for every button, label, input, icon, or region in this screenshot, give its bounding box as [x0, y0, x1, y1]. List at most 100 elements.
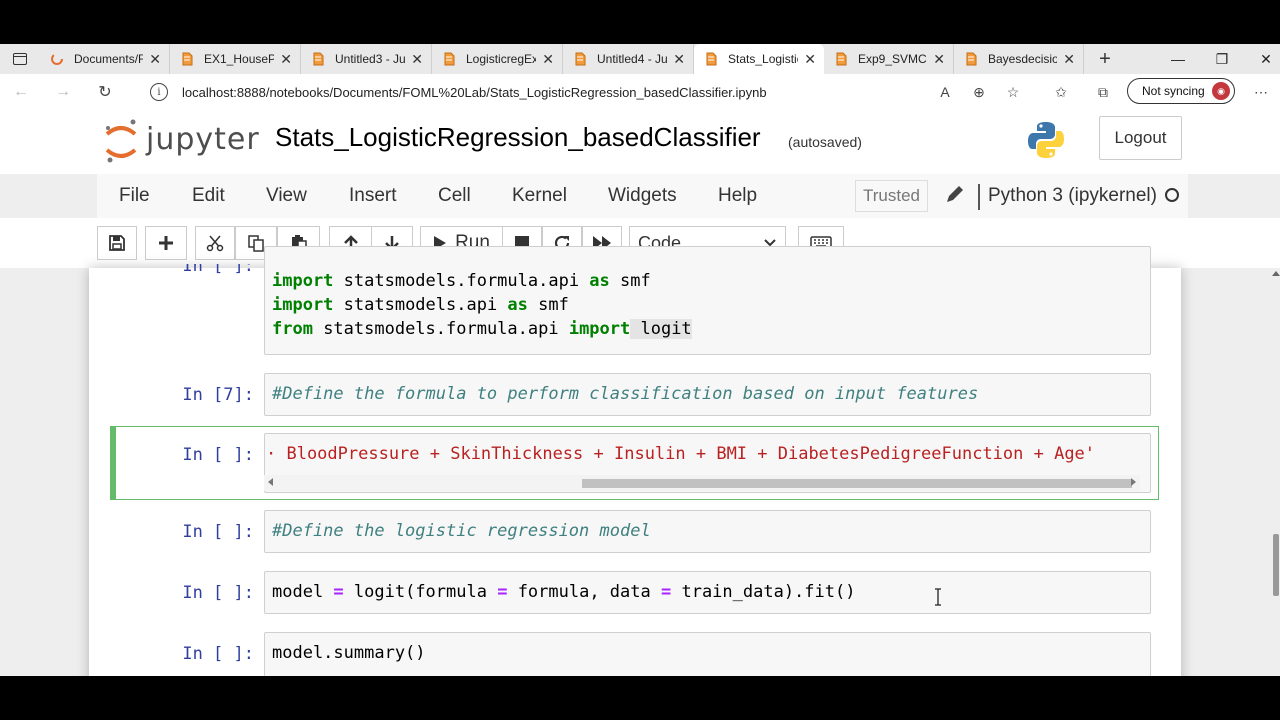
- menu-help[interactable]: Help: [718, 174, 757, 218]
- minimize-icon[interactable]: —: [1156, 44, 1200, 74]
- close-icon[interactable]: ✕: [673, 51, 685, 68]
- tab-label: Documents/F: [74, 52, 144, 66]
- code-cell[interactable]: In [7]: #Define the formula to perform c…: [89, 373, 1181, 417]
- address-bar: ← → ↻ i localhost:8888/notebooks/Documen…: [0, 74, 1280, 111]
- python-logo-icon: [1028, 122, 1064, 158]
- close-icon[interactable]: ✕: [411, 51, 423, 68]
- close-icon[interactable]: ✕: [280, 51, 292, 68]
- forward-arrow-icon[interactable]: →: [42, 74, 84, 110]
- close-icon[interactable]: ✕: [149, 51, 161, 68]
- cell-prompt: In [ ]:: [182, 522, 254, 542]
- code-comment: #Define the logistic regression model: [272, 521, 651, 541]
- browser-tab[interactable]: Exp9_SVMCla ✕: [824, 44, 954, 74]
- scissors-icon: [206, 235, 224, 252]
- avatar: ◉: [1212, 82, 1230, 100]
- cell-prompt: In [ ]:: [182, 583, 254, 603]
- sync-status-label: Not syncing: [1142, 84, 1205, 98]
- cell-input[interactable]: model = logit(formula = formula, data = …: [264, 571, 1151, 614]
- url-field[interactable]: i localhost:8888/notebooks/Documents/FOM…: [136, 79, 1036, 105]
- cell-input[interactable]: #Define the logistic regression model: [264, 510, 1151, 553]
- logout-button[interactable]: Logout: [1099, 116, 1182, 160]
- page-scrollbar[interactable]: [1272, 268, 1280, 676]
- read-aloud-icon[interactable]: A: [928, 74, 962, 110]
- browser-tab-active[interactable]: Stats_Logistic ✕: [694, 44, 824, 74]
- save-icon: [109, 235, 125, 251]
- save-button[interactable]: [97, 226, 137, 260]
- tab-label: Untitled4 - Ju: [597, 52, 668, 66]
- kernel-name[interactable]: Python 3 (ipykernel): [988, 174, 1157, 218]
- browser-tab[interactable]: Bayesdecision ✕: [954, 44, 1084, 74]
- tab-label: Exp9_SVMCla: [858, 52, 927, 66]
- back-arrow-icon[interactable]: ←: [0, 74, 42, 110]
- scroll-up-icon[interactable]: [1272, 271, 1280, 276]
- code-line: import statsmodels.api as smf: [272, 295, 569, 315]
- window-close-icon[interactable]: ✕: [1244, 44, 1280, 74]
- menu-widgets[interactable]: Widgets: [608, 174, 677, 218]
- menu-kernel[interactable]: Kernel: [512, 174, 567, 218]
- menu-insert[interactable]: Insert: [349, 174, 397, 218]
- pencil-icon[interactable]: [943, 184, 965, 206]
- url-text: localhost:8888/notebooks/Documents/FOML%…: [182, 84, 767, 100]
- notebook-container: import statsmodels.formula.api as smf im…: [89, 246, 1181, 676]
- tab-label: LogisticregEx: [466, 52, 537, 66]
- close-icon[interactable]: ✕: [933, 51, 945, 68]
- menu-view[interactable]: View: [266, 174, 307, 218]
- browser-tab[interactable]: Untitled4 - Ju ✕: [563, 44, 694, 74]
- tab-label: Bayesdecision: [988, 52, 1058, 66]
- jupyter-notebook-icon: [836, 52, 847, 66]
- jupyter-notebook-icon: [706, 52, 717, 66]
- close-icon[interactable]: ✕: [804, 51, 816, 68]
- browser-tab[interactable]: Untitled3 - Ju ✕: [301, 44, 432, 74]
- code-cell[interactable]: In [ ]: #Define the logistic regression …: [89, 510, 1181, 554]
- insert-cell-button[interactable]: [145, 226, 187, 260]
- scroll-right-icon[interactable]: [1131, 478, 1136, 486]
- cell-input[interactable]: #Define the formula to perform classific…: [264, 373, 1151, 416]
- horizontal-scrollbar[interactable]: [264, 475, 1140, 491]
- jupyter-notebook-icon: [313, 52, 324, 66]
- favorite-add-icon[interactable]: ☆: [996, 74, 1030, 110]
- refresh-icon[interactable]: ↻: [84, 74, 126, 110]
- browser-tab-strip: Documents/F ✕ EX1_HousePr ✕ Untitled3 - …: [0, 44, 1280, 74]
- close-icon[interactable]: ✕: [1063, 51, 1075, 68]
- code-cell[interactable]: import statsmodels.formula.api as smf im…: [89, 246, 1181, 358]
- scroll-left-icon[interactable]: [268, 478, 273, 486]
- code-cell[interactable]: In [ ]: model = logit(formula = formula,…: [89, 571, 1181, 615]
- code-cell[interactable]: In [ ]: model.summary(): [89, 632, 1181, 676]
- code-cell[interactable]: In [ ]: · BloodPressure + SkinThickness …: [89, 426, 1181, 500]
- cut-button[interactable]: [195, 226, 235, 260]
- new-tab-button[interactable]: +: [1090, 44, 1120, 74]
- menu-cell[interactable]: Cell: [438, 174, 471, 218]
- text-cursor-icon: [935, 588, 941, 606]
- browser-tab[interactable]: Documents/F ✕: [40, 44, 170, 74]
- code-line: import statsmodels.formula.api as smf: [272, 271, 651, 291]
- jupyter-notebook-icon: [966, 52, 977, 66]
- more-menu-icon[interactable]: ⋯: [1244, 74, 1278, 110]
- restore-icon[interactable]: ❐: [1200, 44, 1244, 74]
- notebook-title[interactable]: Stats_LogisticRegression_basedClassifier: [275, 122, 761, 153]
- screen-top-border: [0, 0, 1280, 44]
- browser-tab[interactable]: EX1_HousePr ✕: [170, 44, 301, 74]
- favorites-icon[interactable]: ✩: [1044, 74, 1078, 110]
- site-info-icon[interactable]: i: [150, 83, 168, 101]
- trusted-indicator[interactable]: Trusted: [855, 180, 928, 212]
- menu-file[interactable]: File: [119, 174, 150, 218]
- browser-tab[interactable]: LogisticregEx ✕: [432, 44, 563, 74]
- autosave-status: (autosaved): [788, 134, 862, 150]
- kernel-status-icon: [1165, 188, 1179, 202]
- scrollbar-thumb[interactable]: [582, 479, 1132, 488]
- tab-actions-icon[interactable]: [0, 44, 40, 74]
- tab-label: EX1_HousePr: [204, 52, 275, 66]
- cell-prompt: In [ ]:: [182, 644, 254, 664]
- cell-input[interactable]: model.summary(): [264, 632, 1151, 676]
- code-line: model = logit(formula = formula, data = …: [272, 582, 856, 602]
- jupyter-notebook-icon: [444, 52, 455, 66]
- zoom-icon[interactable]: ⊕: [962, 74, 996, 110]
- collections-icon[interactable]: ⧉: [1086, 74, 1120, 110]
- menu-edit[interactable]: Edit: [192, 174, 225, 218]
- cell-input[interactable]: import statsmodels.formula.api as smf im…: [264, 246, 1151, 355]
- profile-sync-button[interactable]: Not syncing ◉: [1127, 78, 1235, 104]
- kernel-divider: [978, 184, 980, 210]
- screen-bottom-border: [0, 676, 1280, 720]
- close-icon[interactable]: ✕: [542, 51, 554, 68]
- scrollbar-thumb[interactable]: [1273, 534, 1279, 596]
